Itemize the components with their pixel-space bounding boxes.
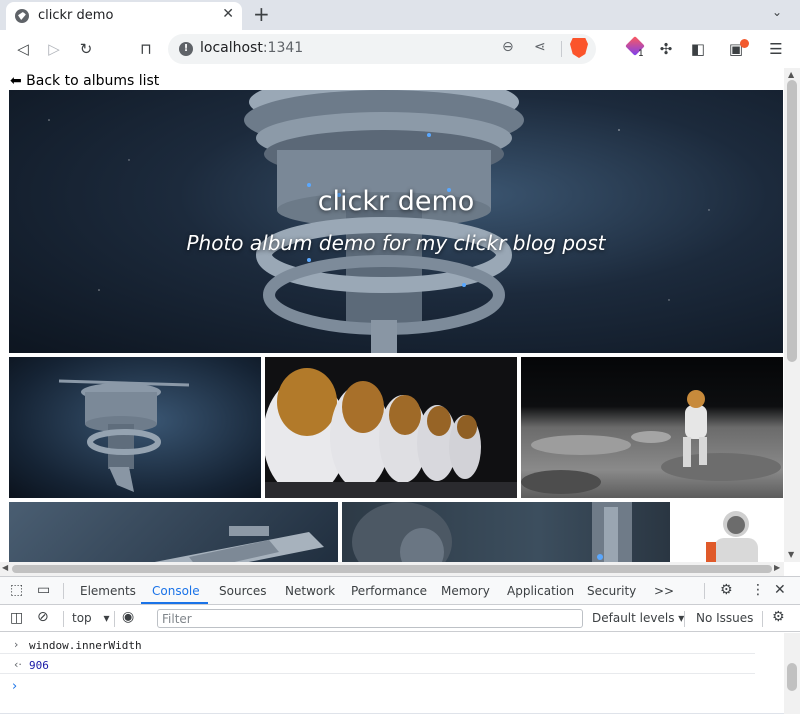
menu-icon[interactable]: ☰ [765, 38, 787, 60]
sidebar-icon[interactable]: ◧ [687, 38, 709, 60]
notification-dot [740, 39, 749, 48]
site-info-icon[interactable]: ! [179, 42, 193, 56]
context-selector[interactable]: top ▾ [72, 611, 110, 625]
scroll-left-arrow-icon[interactable]: ◀ [2, 563, 8, 572]
extensions-puzzle-icon[interactable]: ✣ [655, 38, 677, 60]
zoom-icon[interactable]: ⊖ [502, 39, 514, 55]
tab-memory[interactable]: Memory [441, 584, 490, 598]
scroll-down-arrow-icon[interactable]: ▼ [788, 550, 794, 559]
album-hero: clickr demo Photo album demo for my clic… [9, 90, 783, 353]
forward-arrow-icon[interactable]: ▷ [43, 38, 65, 60]
tab-title: clickr demo [38, 8, 114, 23]
browser-tab[interactable]: clickr demo ✕ [6, 2, 242, 30]
new-tab-button[interactable]: + [253, 2, 270, 26]
album-title: clickr demo [317, 186, 475, 217]
settings-gear-icon[interactable]: ⚙ [720, 582, 733, 598]
context-value: top [72, 611, 92, 625]
page-horizontal-scrollbar[interactable]: ◀ ▶ [0, 562, 784, 576]
space-station-image [48, 90, 710, 353]
photo-thumbnail[interactable] [521, 357, 783, 498]
tab-performance[interactable]: Performance [351, 584, 427, 598]
console-filter-input[interactable]: Filter [157, 609, 583, 628]
divider [63, 611, 64, 627]
console-prompt[interactable]: › [12, 679, 17, 694]
divider [114, 611, 115, 627]
output-chevron-icon: ‹· [14, 658, 22, 671]
tab-security[interactable]: Security [587, 584, 636, 598]
live-expression-eye-icon[interactable]: ◉ [122, 609, 134, 625]
page-viewport: ⬅ Back to albums list clickr demo Photo … [0, 68, 800, 576]
address-bar[interactable]: ! localhost:1341 ⊖ ⋖ [168, 34, 596, 64]
device-toolbar-icon[interactable]: ▭ [37, 582, 50, 598]
divider [684, 611, 685, 627]
back-arrow-icon[interactable]: ◁ [12, 38, 34, 60]
more-tabs-icon[interactable]: >> [654, 584, 674, 598]
console-scrollbar[interactable] [784, 633, 800, 714]
scroll-up-arrow-icon[interactable]: ▲ [788, 70, 794, 79]
dropdown-caret-icon: ▾ [103, 611, 110, 625]
url-port: :1341 [262, 40, 304, 56]
console-result-line: ‹· 906 [0, 656, 755, 674]
share-icon[interactable]: ⋖ [534, 39, 546, 55]
tab-sources[interactable]: Sources [219, 584, 266, 598]
space-station-thumbnail-image [58, 379, 190, 492]
moon-astronaut-thumbnail-image [521, 390, 781, 494]
more-options-icon[interactable]: ⋮ [751, 582, 765, 598]
console-output: › window.innerWidth ‹· 906 › [0, 633, 784, 714]
scroll-right-arrow-icon[interactable]: ▶ [774, 563, 780, 572]
photo-thumbnail[interactable] [9, 357, 261, 498]
issues-counter[interactable]: No Issues [696, 611, 753, 625]
tab-console[interactable]: Console [152, 584, 200, 598]
sidebar-toggle-icon[interactable]: ◫ [10, 610, 23, 626]
close-tab-icon[interactable]: ✕ [222, 6, 234, 22]
globe-icon [15, 9, 29, 23]
scrollbar-thumb[interactable] [12, 565, 772, 573]
console-result-value: 906 [29, 659, 49, 672]
devtools-tab-bar: ⬚ ▭ Elements Console Sources Network Per… [0, 577, 800, 605]
back-to-albums-link[interactable]: ⬅ Back to albums list [10, 73, 159, 89]
scrollbar-thumb[interactable] [787, 80, 797, 362]
tab-network[interactable]: Network [285, 584, 335, 598]
console-toolbar: ◫ ⊘ top ▾ ◉ Filter Default levels ▾ No I… [0, 606, 800, 632]
scrollbar-thumb[interactable] [787, 663, 797, 691]
close-devtools-icon[interactable]: ✕ [774, 582, 786, 598]
astronauts-row-thumbnail-image [265, 357, 517, 498]
reload-icon[interactable]: ↻ [75, 38, 97, 60]
url-host: localhost [200, 40, 263, 56]
console-input-line: › window.innerWidth [0, 636, 755, 654]
browser-toolbar: ◁ ▷ ↻ ⊓ ! localhost:1341 ⊖ ⋖ ✣ ◧ ▣ ☰ [0, 30, 800, 68]
clear-console-icon[interactable]: ⊘ [37, 609, 49, 625]
album-subtitle: Photo album demo for my clickr blog post [186, 231, 606, 255]
log-levels-dropdown[interactable]: Default levels ▾ [592, 611, 684, 625]
bookmark-icon[interactable]: ⊓ [135, 38, 157, 60]
console-settings-gear-icon[interactable]: ⚙ [772, 609, 785, 625]
active-tab-indicator [141, 602, 208, 604]
filter-placeholder: Filter [162, 612, 192, 626]
divider [704, 583, 705, 599]
tab-application[interactable]: Application [507, 584, 574, 598]
console-command: window.innerWidth [29, 639, 142, 652]
divider [762, 611, 763, 627]
tab-elements[interactable]: Elements [80, 584, 136, 598]
inspect-element-icon[interactable]: ⬚ [10, 582, 23, 598]
devtools-panel: ⬚ ▭ Elements Console Sources Network Per… [0, 576, 800, 714]
page-vertical-scrollbar[interactable]: ▲ ▼ [784, 68, 800, 562]
extension-badge: 1 [638, 49, 644, 59]
tab-strip: clickr demo ✕ + ⌄ [0, 0, 800, 30]
tab-search-chevron-icon[interactable]: ⌄ [772, 5, 782, 19]
divider [63, 583, 64, 599]
photo-thumbnail[interactable] [265, 357, 517, 498]
omnibox-divider [561, 41, 562, 57]
input-chevron-icon: › [14, 638, 19, 651]
brave-shields-icon[interactable] [570, 38, 588, 58]
url-text[interactable]: localhost:1341 [200, 40, 303, 56]
